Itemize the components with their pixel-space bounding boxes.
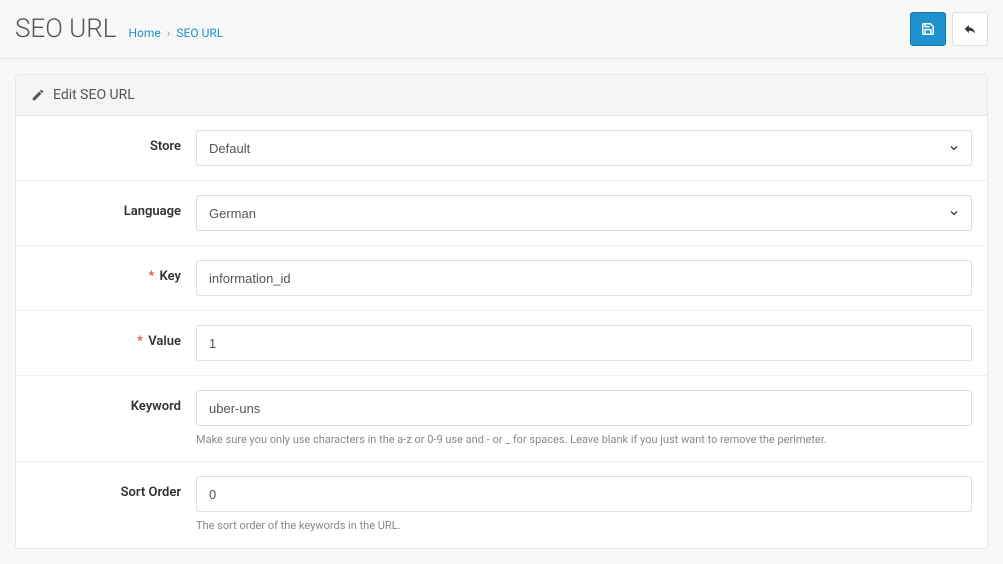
sort-order-input[interactable] [196, 476, 972, 512]
breadcrumb: Home › SEO URL [128, 26, 223, 40]
store-label: Store [31, 130, 196, 154]
edit-panel: Edit SEO URL Store Default Language Germ… [15, 74, 988, 549]
form-row-value: * Value [16, 311, 987, 376]
breadcrumb-home[interactable]: Home [128, 26, 160, 40]
keyword-input[interactable] [196, 390, 972, 426]
form-row-sort-order: Sort Order The sort order of the keyword… [16, 462, 987, 547]
language-label: Language [31, 195, 196, 219]
save-button[interactable] [910, 12, 946, 46]
page-header: SEO URL Home › SEO URL [0, 0, 1003, 59]
save-icon [921, 22, 935, 36]
sort-order-help: The sort order of the keywords in the UR… [196, 518, 972, 533]
page-title: SEO URL [15, 14, 116, 44]
language-select[interactable]: German [196, 195, 972, 231]
value-input[interactable] [196, 325, 972, 361]
breadcrumb-current[interactable]: SEO URL [176, 26, 223, 40]
breadcrumb-separator: › [167, 26, 171, 40]
header-actions [910, 12, 988, 46]
back-button[interactable] [952, 12, 988, 46]
form-row-language: Language German [16, 181, 987, 246]
header-left: SEO URL Home › SEO URL [15, 14, 223, 44]
store-select[interactable]: Default [196, 130, 972, 166]
pencil-icon [31, 88, 45, 102]
key-input[interactable] [196, 260, 972, 296]
keyword-label: Keyword [31, 390, 196, 414]
key-label: * Key [31, 260, 196, 284]
panel-header: Edit SEO URL [16, 75, 987, 116]
form-row-store: Store Default [16, 116, 987, 181]
form-row-keyword: Keyword Make sure you only use character… [16, 376, 987, 462]
sort-order-label: Sort Order [31, 476, 196, 500]
panel-body: Store Default Language German [16, 116, 987, 548]
value-label: * Value [31, 325, 196, 349]
keyword-help: Make sure you only use characters in the… [196, 432, 972, 447]
panel-title: Edit SEO URL [53, 87, 135, 103]
reply-icon [963, 22, 977, 36]
form-row-key: * Key [16, 246, 987, 311]
